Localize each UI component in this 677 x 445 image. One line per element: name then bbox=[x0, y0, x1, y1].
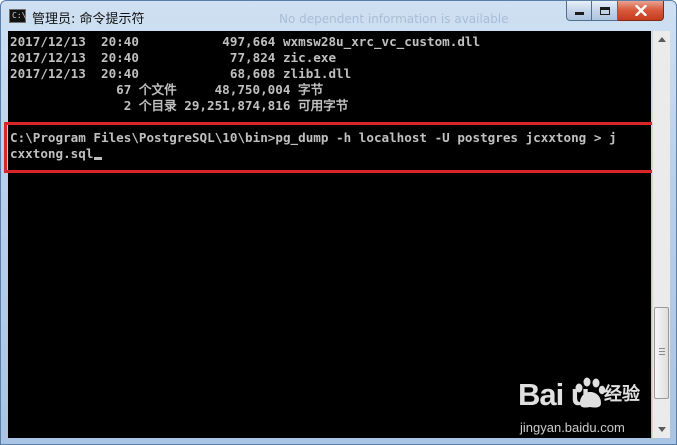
console-command-continuation[interactable]: cxxtong.sql bbox=[10, 146, 103, 162]
maximize-icon bbox=[599, 6, 610, 15]
close-button[interactable] bbox=[618, 1, 664, 21]
watermark-url: jingyan.baidu.com bbox=[520, 420, 625, 435]
close-icon bbox=[634, 5, 647, 16]
watermark-jingyan-text: 经验 bbox=[604, 384, 640, 405]
console-line-file-count: 67 个文件 48,750,004 字节 bbox=[10, 82, 324, 97]
scroll-up-button[interactable] bbox=[653, 31, 670, 48]
minimize-button[interactable] bbox=[566, 1, 592, 21]
title-bar[interactable]: C:\ 管理员: 命令提示符 No dependent information … bbox=[1, 1, 676, 31]
cmd-app-icon[interactable]: C:\ bbox=[9, 9, 26, 23]
command-continuation-text: cxxtong.sql bbox=[10, 146, 94, 161]
text-cursor bbox=[94, 157, 103, 160]
console-line-dir-count: 2 个目录 29,251,874,816 可用字节 bbox=[10, 98, 349, 113]
baidu-jingyan-watermark: Bai u 经验 jingyan.baidu.com bbox=[484, 373, 672, 443]
maximize-button[interactable] bbox=[592, 1, 618, 21]
command-prompt-window: C:\ 管理员: 命令提示符 No dependent information … bbox=[0, 0, 677, 445]
background-window-text: No dependent information is available bbox=[279, 12, 509, 26]
console-line-2: 2017/12/13 20:40 77,824 zic.exe bbox=[10, 50, 337, 65]
window-title: 管理员: 命令提示符 bbox=[32, 12, 145, 27]
arrow-up-icon bbox=[657, 37, 666, 42]
minimize-icon bbox=[574, 12, 584, 15]
console-line-3: 2017/12/13 20:40 68,608 zlib1.dll bbox=[10, 66, 352, 81]
console-line-1: 2017/12/13 20:40 497,664 wxmsw28u_xrc_vc… bbox=[10, 34, 481, 49]
console-command-line[interactable]: C:\Program Files\PostgreSQL\10\bin>pg_du… bbox=[10, 130, 617, 146]
grip-icon bbox=[659, 348, 665, 355]
window-controls bbox=[566, 1, 664, 21]
